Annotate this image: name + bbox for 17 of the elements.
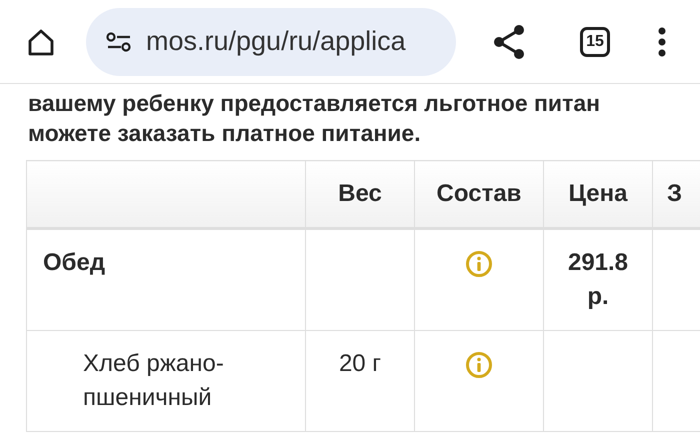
intro-text: вашему ребенку предоставляется льготное питан — [28, 89, 602, 118]
tune-icon[interactable] — [106, 32, 132, 52]
table-cell: Хлеб ржано-пшеничный — [26, 330, 306, 432]
table-cell: 291.8 р. — [544, 228, 652, 330]
home-icon[interactable] — [26, 26, 56, 56]
column-header: Состав — [414, 160, 544, 228]
column-header: Цена — [544, 160, 652, 228]
url-text: mos.ru/pgu/ru/applica — [146, 26, 406, 57]
table-cell: Обед — [26, 228, 306, 330]
column-header: Вес — [306, 160, 414, 228]
column-header: З — [652, 160, 700, 228]
menu-icon[interactable] — [658, 26, 666, 56]
table-cell: 20 г — [306, 330, 414, 432]
address-bar[interactable]: mos.ru/pgu/ru/applica — [86, 8, 456, 76]
tab-count-button[interactable]: 15 — [580, 26, 610, 56]
share-icon[interactable] — [492, 24, 526, 60]
intro-text: можете заказать платное питание. — [28, 119, 422, 148]
